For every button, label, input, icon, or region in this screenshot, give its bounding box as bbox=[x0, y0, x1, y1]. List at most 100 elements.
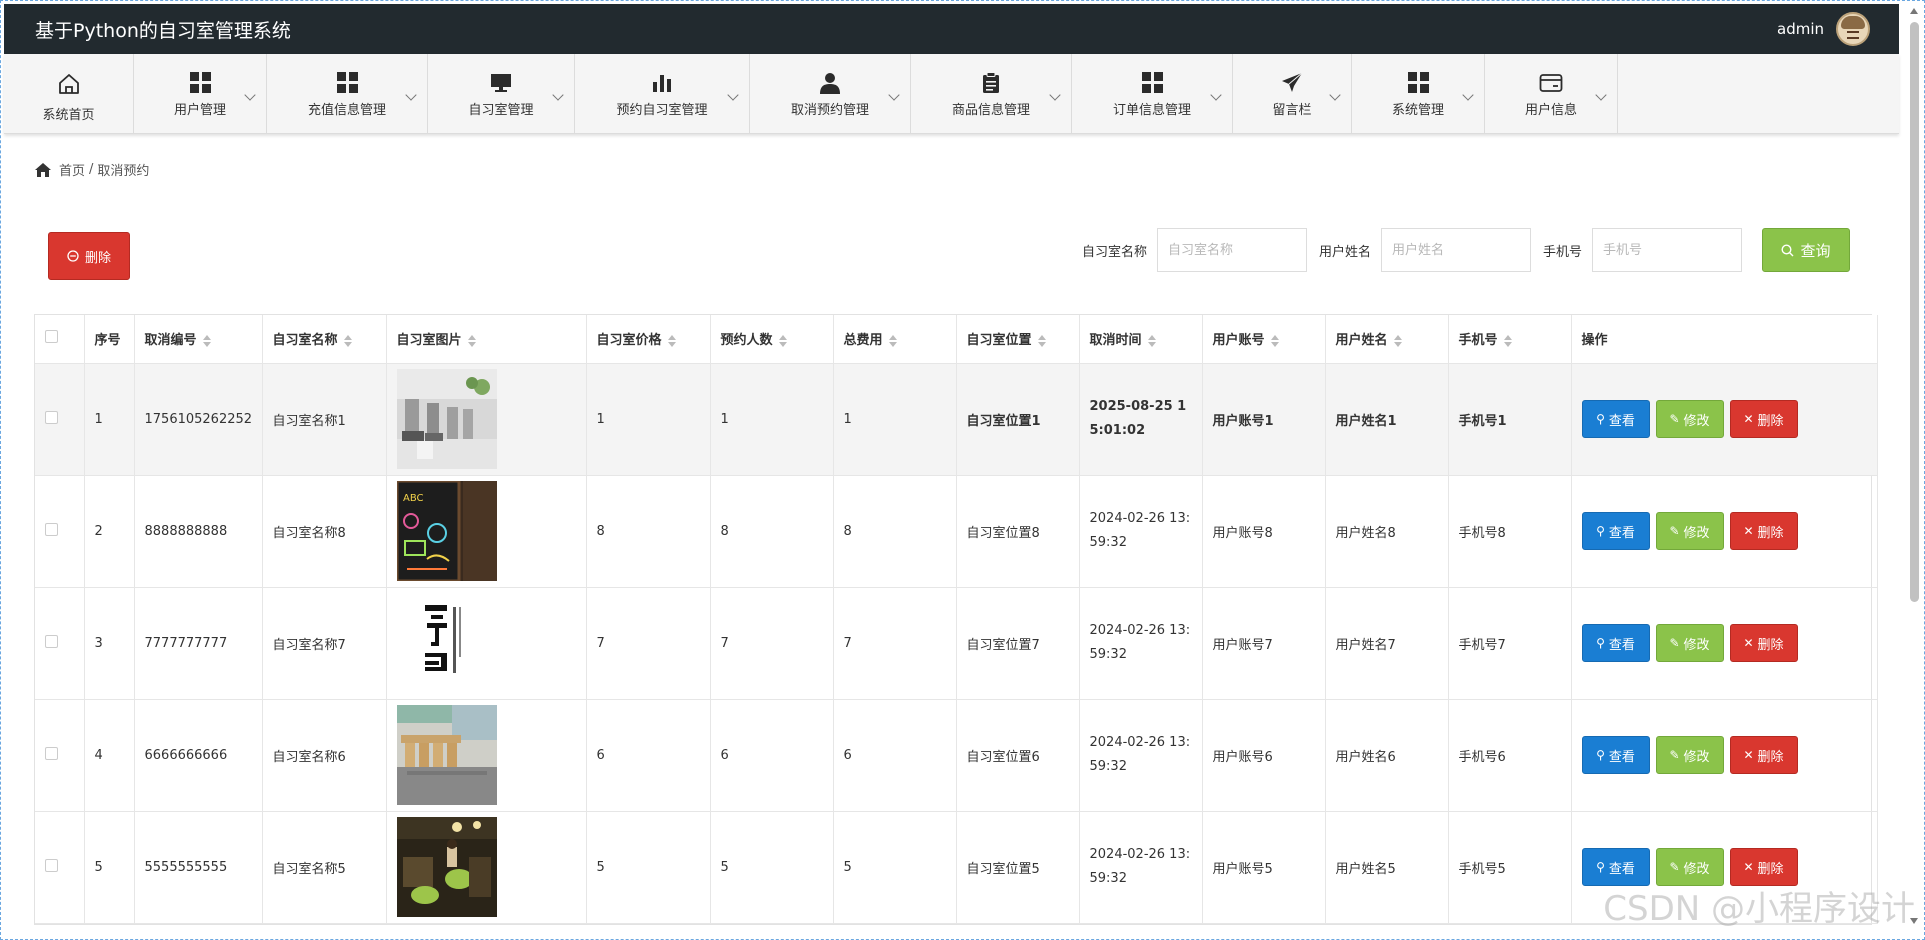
column-header[interactable]: 预约人数 bbox=[710, 315, 834, 364]
search-input-username[interactable] bbox=[1380, 228, 1531, 272]
edit-button[interactable]: ✎ 修改 bbox=[1655, 512, 1724, 550]
nav-item-label: 系统首页 bbox=[42, 107, 95, 123]
close-icon: ✕ bbox=[1743, 860, 1754, 874]
row-select-cell bbox=[35, 811, 85, 924]
cell-cancel-time: 2025-08-25 15:01:02 bbox=[1079, 363, 1203, 476]
batch-delete-button[interactable]: 删除 bbox=[48, 232, 130, 280]
user-menu[interactable]: admin bbox=[1777, 12, 1870, 46]
room-thumbnail[interactable] bbox=[396, 369, 576, 469]
table-row[interactable]: 1 1756105262252 自习室名称1 1 1 1 自习室位置1 2025-08-25 … bbox=[35, 363, 1878, 476]
edit-button[interactable]: ✎ 修改 bbox=[1655, 736, 1724, 774]
column-header[interactable]: 手机号 bbox=[1448, 315, 1572, 364]
row-checkbox[interactable] bbox=[45, 746, 58, 760]
delete-button[interactable]: ✕ 删除 bbox=[1729, 736, 1798, 774]
chevron-down-icon bbox=[888, 89, 900, 101]
room-thumbnail[interactable]: ABC bbox=[396, 481, 576, 581]
nav-item-4[interactable]: 预约自习室管理 bbox=[575, 54, 750, 134]
scroll-up-arrow[interactable] bbox=[1910, 8, 1918, 14]
sort-icon[interactable] bbox=[779, 335, 786, 347]
cell-total: 6 bbox=[833, 699, 957, 812]
nav-item-0[interactable]: 系统首页 bbox=[4, 54, 134, 134]
view-button[interactable]: ⚲ 查看 bbox=[1581, 512, 1650, 550]
nav-item-1[interactable]: 用户管理 bbox=[134, 54, 267, 134]
table-row[interactable]: 5 5555555555 自习室名称5 5 5 5 自习室位置5 2024-02-26 13:… bbox=[35, 811, 1878, 924]
search-button[interactable]: 查询 bbox=[1762, 228, 1850, 272]
nav-item-label: 充值信息管理 bbox=[307, 102, 386, 118]
username: admin bbox=[1777, 20, 1824, 38]
nav-item-7[interactable]: 订单信息管理 bbox=[1072, 54, 1233, 134]
sort-icon[interactable] bbox=[1271, 335, 1278, 347]
sort-icon[interactable] bbox=[344, 335, 351, 347]
room-thumbnail[interactable] bbox=[396, 705, 576, 805]
sort-icon[interactable] bbox=[1504, 335, 1511, 347]
cell-phone: 手机号8 bbox=[1448, 475, 1572, 588]
table-row[interactable]: 4 6666666666 自习室名称6 6 6 6 自习室位置6 2024-02-26 13:… bbox=[35, 699, 1878, 812]
nav-item-label: 商品信息管理 bbox=[951, 102, 1030, 118]
sort-icon[interactable] bbox=[1394, 335, 1401, 347]
cell-room-image bbox=[386, 811, 587, 924]
row-checkbox[interactable] bbox=[45, 634, 58, 648]
search-icon bbox=[1781, 243, 1794, 256]
nav-item-2[interactable]: 充值信息管理 bbox=[267, 54, 428, 134]
column-header[interactable]: 取消时间 bbox=[1079, 315, 1203, 364]
avatar[interactable] bbox=[1836, 12, 1870, 46]
row-checkbox[interactable] bbox=[45, 858, 58, 872]
breadcrumb-home[interactable]: 首页 bbox=[59, 160, 85, 179]
cell-location: 自习室位置5 bbox=[956, 811, 1080, 924]
delete-button[interactable]: ✕ 删除 bbox=[1729, 400, 1798, 438]
room-thumbnail[interactable] bbox=[396, 593, 576, 693]
delete-button[interactable]: ✕ 删除 bbox=[1729, 624, 1798, 662]
sort-icon[interactable] bbox=[668, 335, 675, 347]
nav-item-9[interactable]: 系统管理 bbox=[1352, 54, 1485, 134]
column-header[interactable]: 用户姓名 bbox=[1325, 315, 1449, 364]
view-label: 查看 bbox=[1608, 413, 1635, 429]
room-thumbnail[interactable] bbox=[396, 817, 576, 917]
row-checkbox[interactable] bbox=[45, 522, 58, 536]
column-header[interactable]: 自习室图片 bbox=[386, 315, 587, 364]
table-row[interactable]: 2 8888888888 自习室名称8 ABC 8 8 8 自习室位置8 2024-02-26 … bbox=[35, 475, 1878, 588]
column-header[interactable]: 用户账号 bbox=[1202, 315, 1326, 364]
edit-button[interactable]: ✎ 修改 bbox=[1655, 400, 1724, 438]
cell-price: 7 bbox=[586, 587, 711, 700]
nav-item-8[interactable]: 留言栏 bbox=[1233, 54, 1352, 134]
column-header[interactable]: 自习室价格 bbox=[586, 315, 711, 364]
cell-price: 1 bbox=[586, 363, 711, 476]
delete-button[interactable]: ✕ 删除 bbox=[1729, 512, 1798, 550]
sort-icon[interactable] bbox=[1038, 335, 1045, 347]
view-button[interactable]: ⚲ 查看 bbox=[1581, 624, 1650, 662]
cell-price: 6 bbox=[586, 699, 711, 812]
search-input-room[interactable] bbox=[1156, 228, 1307, 272]
svg-text:ABC: ABC bbox=[403, 493, 424, 504]
edit-button[interactable]: ✎ 修改 bbox=[1655, 624, 1724, 662]
column-header[interactable]: 自习室名称 bbox=[262, 315, 387, 364]
nav-item-10[interactable]: 用户信息 bbox=[1485, 54, 1618, 134]
cell-index: 1 bbox=[84, 363, 135, 476]
sort-icon[interactable] bbox=[468, 335, 475, 347]
clipboard-icon bbox=[977, 71, 1005, 95]
monitor-icon bbox=[487, 71, 515, 95]
select-all-cell bbox=[35, 315, 85, 364]
vertical-scrollbar[interactable] bbox=[1910, 22, 1919, 602]
cell-account: 用户账号6 bbox=[1202, 699, 1326, 812]
nav-item-5[interactable]: 取消预约管理 bbox=[750, 54, 911, 134]
column-header[interactable]: 自习室位置 bbox=[956, 315, 1080, 364]
select-all-checkbox[interactable] bbox=[45, 330, 58, 344]
column-header-label: 自习室名称 bbox=[272, 333, 338, 349]
nav-item-3[interactable]: 自习室管理 bbox=[428, 54, 575, 134]
column-header[interactable]: 总费用 bbox=[833, 315, 957, 364]
table-row[interactable]: 3 7777777777 自习室名称7 7 7 7 自习室位置7 2024-02-26 13:… bbox=[35, 587, 1878, 700]
chevron-down-icon bbox=[1049, 89, 1061, 101]
column-header[interactable]: 取消编号 bbox=[134, 315, 263, 364]
breadcrumb: 首页 / 取消预约 bbox=[35, 160, 149, 179]
row-checkbox[interactable] bbox=[45, 410, 58, 424]
edit-label: 修改 bbox=[1683, 525, 1710, 541]
sort-icon[interactable] bbox=[1148, 335, 1155, 347]
chevron-down-icon bbox=[552, 89, 564, 101]
view-button[interactable]: ⚲ 查看 bbox=[1581, 736, 1650, 774]
nav-item-6[interactable]: 商品信息管理 bbox=[911, 54, 1072, 134]
sort-icon[interactable] bbox=[203, 335, 210, 347]
home-icon bbox=[55, 72, 83, 96]
search-input-phone[interactable] bbox=[1592, 228, 1742, 272]
view-button[interactable]: ⚲ 查看 bbox=[1581, 400, 1650, 438]
sort-icon[interactable] bbox=[889, 335, 896, 347]
